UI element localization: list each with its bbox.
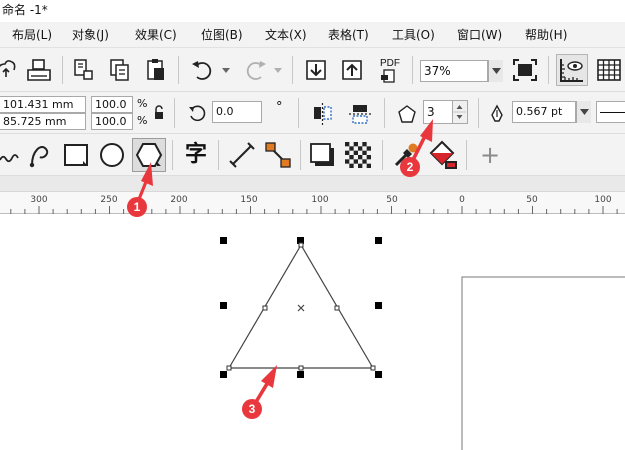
annotation-arrowhead-1 [141,162,153,186]
annotation-arrowhead-3 [261,365,277,388]
annotation-label-1: 1 [134,200,141,214]
annotation-label-2: 2 [407,160,414,174]
annotation-overlay: 1 2 3 [127,119,433,419]
annotation-label-3: 3 [249,402,256,416]
